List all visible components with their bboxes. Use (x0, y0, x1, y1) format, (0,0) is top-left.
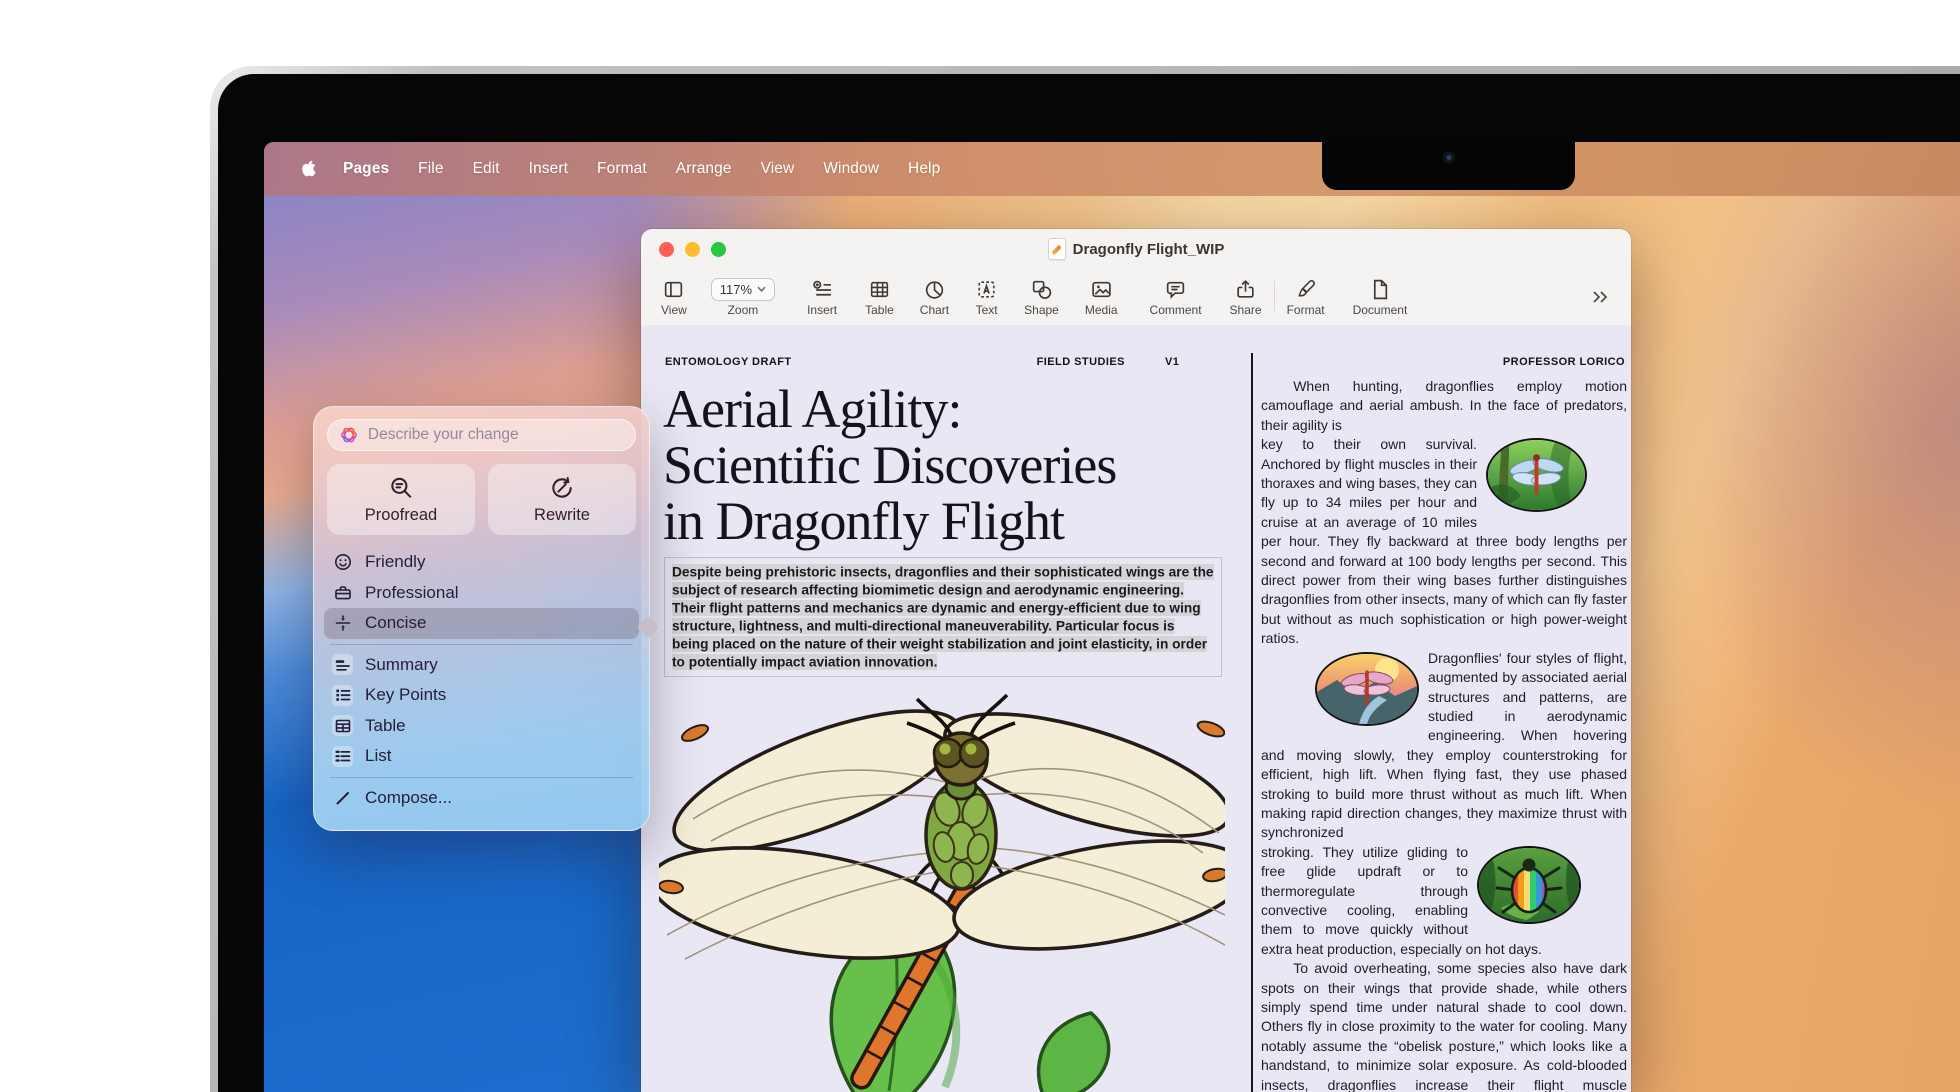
toolbar-comment-button[interactable]: Comment (1150, 278, 1202, 317)
menu-item-format[interactable]: Format (597, 160, 647, 178)
toolbar-media-button[interactable]: Media (1085, 278, 1118, 317)
document-header-row[interactable]: ENTOMOLOGY DRAFT FIELD STUDIES V1 (665, 356, 1223, 368)
header-issue: V1 (1165, 356, 1179, 368)
menu-divider (330, 777, 633, 778)
toolbar-overflow-button[interactable] (1589, 288, 1611, 311)
zoom-value: 117% (720, 282, 752, 297)
compose-option[interactable]: Compose... (324, 783, 639, 814)
pages-window: Dragonfly Flight_WIP View 117% Zoom (641, 229, 1631, 1092)
toolbar-zoom-dropdown[interactable]: 117% Zoom (711, 278, 775, 317)
inline-image-dragonfly-sunset[interactable] (1315, 652, 1419, 726)
table-icon (868, 278, 891, 301)
tone-option-professional[interactable]: Professional (324, 578, 639, 609)
briefcase-icon (332, 582, 353, 603)
right-column[interactable]: When hunting, dragonflies employ motion … (1261, 377, 1627, 1092)
toolbar-chart-button[interactable]: Chart (920, 278, 949, 317)
paragraph-2-rest[interactable]: stroking. They utilize gliding to free g… (1261, 843, 1627, 959)
menu-item-help[interactable]: Help (908, 160, 940, 178)
camera-dot (1442, 151, 1455, 164)
menu-item-arrange[interactable]: Arrange (676, 160, 732, 178)
tone-option-friendly[interactable]: Friendly (324, 547, 639, 578)
toolbar-text-button[interactable]: Text (975, 278, 998, 317)
pie-chart-icon (923, 278, 946, 301)
highlighted-lead-paragraph[interactable]: Despite being prehistoric insects, drago… (672, 564, 1214, 670)
transform-option-key-points[interactable]: Key Points (324, 680, 639, 711)
macbook-screen: Pages File Edit Insert Format Arrange Vi… (264, 142, 1960, 1092)
window-titlebar[interactable]: Dragonfly Flight_WIP (641, 229, 1631, 269)
toolbar-insert-button[interactable]: Insert (807, 278, 837, 317)
toolbar-table-button[interactable]: Table (865, 278, 894, 317)
insert-icon (811, 278, 834, 301)
menu-item-view[interactable]: View (761, 160, 795, 178)
double-chevron-right-icon (1589, 288, 1611, 306)
transform-option-summary[interactable]: Summary (324, 650, 639, 681)
paragraph-2-start[interactable]: Dragonflies' four styles of flight, augm… (1261, 649, 1627, 843)
shapes-icon (1030, 278, 1053, 301)
apple-icon (300, 159, 316, 179)
rewrite-button[interactable]: Rewrite (488, 464, 636, 535)
inline-image-dragonfly-jungle[interactable] (1486, 438, 1587, 512)
toolbar-separator (1274, 281, 1275, 311)
selected-text-box[interactable]: Despite being prehistoric insects, drago… (664, 557, 1222, 677)
transform-option-table[interactable]: Table (324, 711, 639, 742)
menu-item-file[interactable]: File (418, 160, 443, 178)
toolbar-share-button[interactable]: Share (1230, 278, 1262, 317)
menu-item-pages[interactable]: Pages (343, 160, 389, 178)
menu-item-edit[interactable]: Edit (473, 160, 500, 178)
key-points-icon (332, 685, 353, 706)
paragraph-1-start[interactable]: When hunting, dragonflies employ motion … (1261, 377, 1627, 435)
dragonfly-illustration[interactable] (659, 683, 1225, 1092)
compress-icon (332, 613, 353, 634)
compose-pencil-icon (332, 787, 353, 808)
document-page-icon (1368, 278, 1391, 301)
menu-bar: Pages File Edit Insert Format Arrange Vi… (264, 142, 1960, 196)
screenshot-stage: Pages File Edit Insert Format Arrange Vi… (0, 0, 1960, 1092)
comment-bubble-icon (1164, 278, 1187, 301)
transform-option-list[interactable]: List (324, 741, 639, 772)
proofread-icon (388, 475, 414, 501)
window-title: Dragonfly Flight_WIP (1073, 241, 1225, 258)
inline-image-beetle[interactable] (1477, 846, 1581, 924)
header-kicker: ENTOMOLOGY DRAFT (665, 356, 792, 368)
document-byline: PROFESSOR LORICO (1261, 356, 1625, 368)
proofread-button[interactable]: Proofread (327, 464, 475, 535)
apple-intelligence-icon (340, 425, 358, 445)
share-icon (1234, 278, 1257, 301)
paragraph-3[interactable]: To avoid overheating, some species also … (1261, 959, 1627, 1092)
toolbar-view-button[interactable]: View (661, 278, 687, 317)
menu-item-insert[interactable]: Insert (529, 160, 568, 178)
apple-menu[interactable] (300, 159, 316, 179)
document-title[interactable]: Aerial Agility: Scientific Discoveries i… (663, 381, 1223, 549)
column-divider-rule (1251, 353, 1253, 1092)
writing-tools-popup: Proofread Rewrite Friendly (313, 406, 650, 831)
summary-icon (332, 654, 353, 675)
header-center: FIELD STUDIES (1037, 356, 1125, 368)
menu-divider (330, 644, 633, 645)
media-photo-icon (1090, 278, 1113, 301)
describe-change-input[interactable] (366, 425, 623, 445)
table-grid-icon (332, 715, 353, 736)
describe-change-field[interactable] (327, 419, 636, 451)
chevron-down-icon (757, 286, 766, 292)
menu-item-window[interactable]: Window (823, 160, 879, 178)
toolbar: View 117% Zoom Insert (641, 269, 1631, 326)
text-box-icon (975, 278, 998, 301)
toolbar-document-button[interactable]: Document (1353, 278, 1408, 317)
document-canvas[interactable]: ENTOMOLOGY DRAFT FIELD STUDIES V1 Aerial… (641, 325, 1631, 1092)
view-sidebar-icon (662, 278, 685, 301)
format-brush-icon (1294, 278, 1317, 301)
paragraph-1-rest[interactable]: key to their own survival. Anchored by f… (1261, 435, 1627, 648)
smiley-icon (332, 552, 353, 573)
pages-document-icon (1048, 238, 1066, 260)
toolbar-shape-button[interactable]: Shape (1024, 278, 1059, 317)
rewrite-icon (549, 475, 575, 501)
display-notch (1322, 142, 1575, 190)
list-icon (332, 746, 353, 767)
tone-option-concise[interactable]: Concise (324, 608, 639, 639)
toolbar-format-button[interactable]: Format (1287, 278, 1325, 317)
